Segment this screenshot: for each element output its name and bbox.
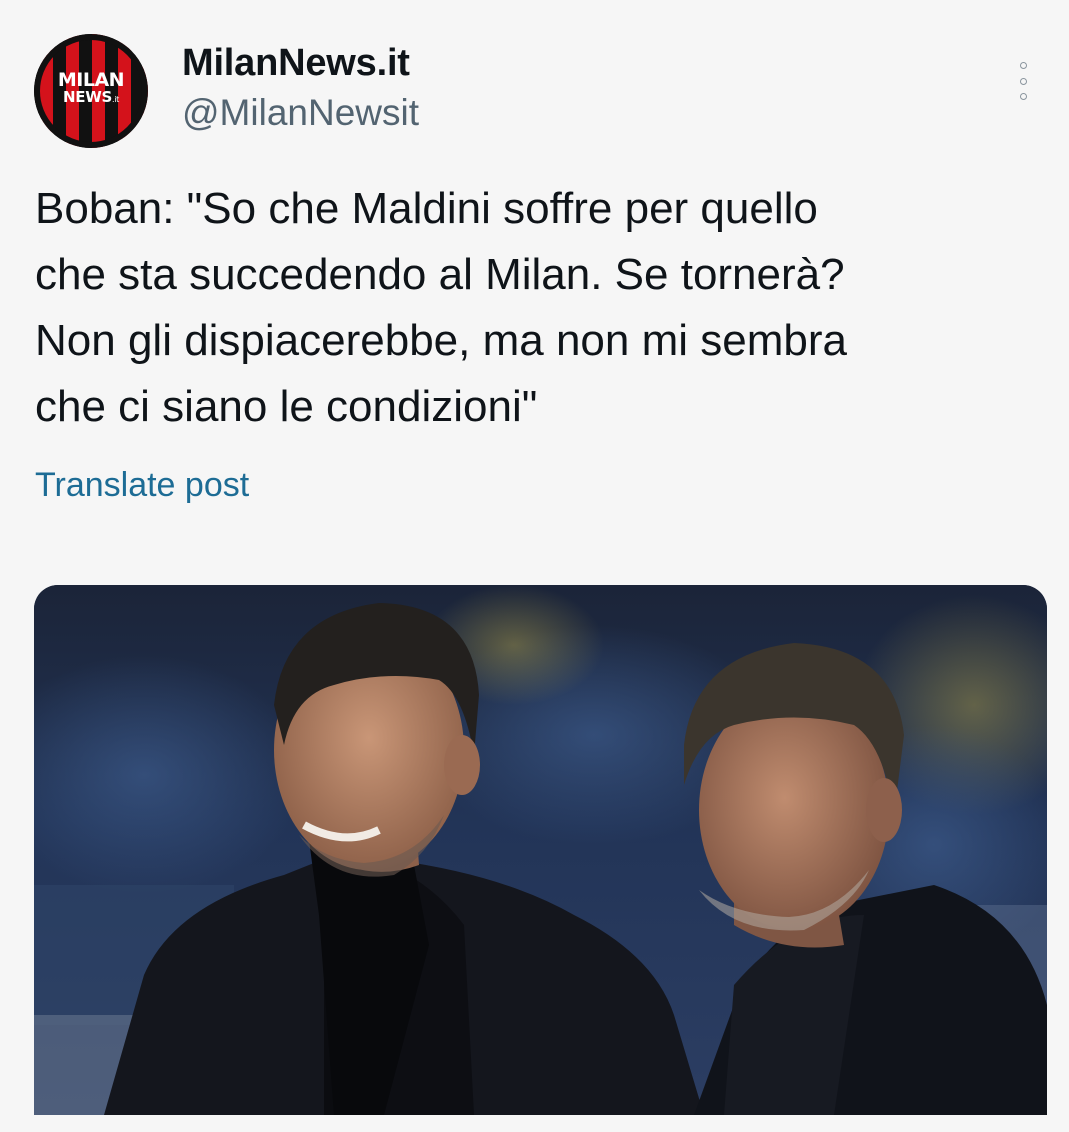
dot xyxy=(1019,93,1027,100)
dot xyxy=(1019,62,1027,69)
photo-two-men xyxy=(34,585,1047,1115)
logo-line2: NEWS.it xyxy=(34,89,148,108)
translate-post-link[interactable]: Translate post xyxy=(35,466,249,505)
post-photo[interactable] xyxy=(34,585,1047,1115)
post-card: MILAN NEWS.it MilanNews.it @MilanNewsit … xyxy=(0,0,1069,1132)
logo-line2-text: NEWS xyxy=(63,88,112,106)
logo-suffix: .it xyxy=(111,95,119,104)
more-options-icon[interactable] xyxy=(1016,62,1030,100)
account-avatar[interactable]: MILAN NEWS.it xyxy=(34,34,148,148)
logo-line1: MILAN xyxy=(57,69,125,91)
post-text: Boban: "So che Maldini soffre per quello… xyxy=(35,184,847,431)
logo-text: MILAN NEWS.it xyxy=(34,69,148,108)
account-handle[interactable]: @MilanNewsit xyxy=(182,92,419,134)
account-name[interactable]: MilanNews.it xyxy=(182,42,410,85)
dot xyxy=(1019,77,1027,85)
